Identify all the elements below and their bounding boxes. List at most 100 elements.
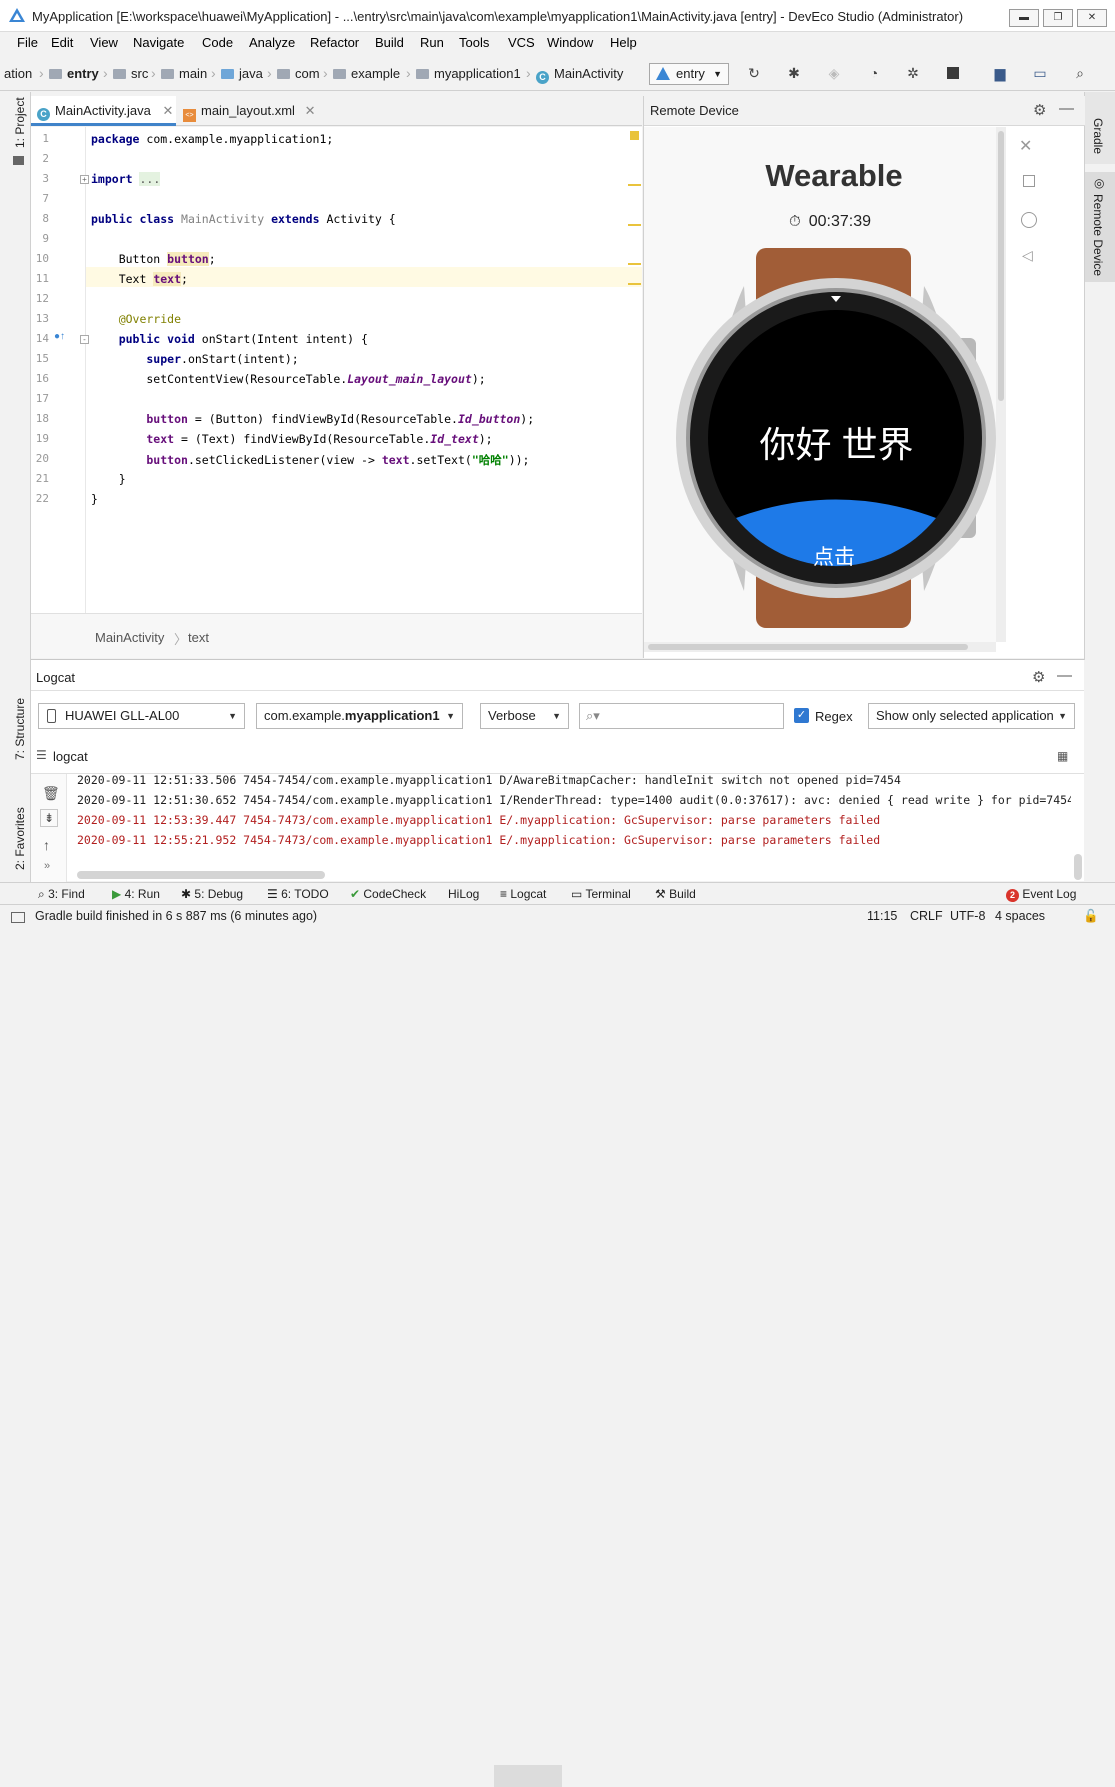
tab-mainactivity[interactable]: C MainActivity.java ✕ bbox=[31, 96, 176, 126]
todo-tool-tab[interactable]: ☰ 6: TODO bbox=[267, 887, 329, 901]
breadcrumb-class[interactable]: C MainActivity bbox=[536, 66, 623, 84]
gradle-tool-tab[interactable]: Gradle bbox=[1091, 118, 1105, 154]
menu-build[interactable]: Build bbox=[375, 35, 404, 50]
close-device-icon[interactable]: ✕ bbox=[1019, 136, 1032, 156]
search-icon[interactable]: ⌕ bbox=[1071, 64, 1089, 82]
fold-icon[interactable]: + bbox=[80, 175, 89, 184]
back-triangle-icon[interactable]: ◁ bbox=[1022, 247, 1033, 264]
debug-tool-label: 5: Debug bbox=[194, 887, 244, 901]
warning-marker[interactable] bbox=[628, 263, 641, 265]
cursor-position[interactable]: 11:15 bbox=[867, 909, 897, 923]
class-icon: C bbox=[37, 108, 50, 121]
project-tool-tab[interactable]: 1: Project bbox=[13, 97, 27, 148]
code-text: ); bbox=[471, 372, 486, 386]
menu-refactor[interactable]: Refactor bbox=[310, 35, 359, 50]
home-circle-icon[interactable] bbox=[1021, 212, 1037, 228]
warning-marker[interactable] bbox=[628, 224, 641, 226]
inspection-status-icon[interactable] bbox=[630, 131, 639, 140]
close-tab-icon[interactable]: ✕ bbox=[305, 103, 316, 118]
code-text: .onStart(intent); bbox=[181, 352, 299, 366]
menu-help[interactable]: Help bbox=[610, 35, 637, 50]
code-editor[interactable]: 1 2 3 7 8 9 10 11 12 13 14 15 16 17 18 19 20 21 22 ●↑ + - … bbox=[31, 127, 642, 613]
warning-marker[interactable] bbox=[628, 283, 641, 285]
breadcrumb-project[interactable]: ation bbox=[4, 66, 32, 81]
code-text: Activity { bbox=[319, 212, 396, 226]
project-structure-icon[interactable]: ▆ bbox=[991, 64, 1009, 82]
warning-marker[interactable] bbox=[628, 184, 641, 186]
logcat-tool-tab[interactable]: ≡ Logcat bbox=[500, 887, 546, 901]
tab-main-layout[interactable]: <> main_layout.xml ✕ bbox=[177, 96, 317, 126]
logcat-list-icon: ≡ bbox=[500, 887, 511, 901]
code-text: ); bbox=[478, 432, 493, 446]
close-window-button[interactable]: ✕ bbox=[1077, 9, 1107, 27]
override-marker-icon[interactable]: ●↑ bbox=[54, 331, 65, 342]
tool-windows-icon[interactable] bbox=[11, 912, 25, 923]
breadcrumb-com[interactable]: com bbox=[277, 66, 320, 81]
breadcrumb-separator-icon: › bbox=[151, 65, 156, 81]
hilog-tool-tab[interactable]: HiLog bbox=[448, 887, 479, 901]
folded-imports[interactable]: ... bbox=[139, 172, 161, 186]
breadcrumb-example[interactable]: example bbox=[333, 66, 400, 81]
settings-gear-icon[interactable]: ⚙ bbox=[1033, 101, 1046, 119]
menu-vcs[interactable]: VCS bbox=[508, 35, 535, 50]
remote-device-title: Remote Device bbox=[650, 103, 739, 118]
attach-debugger-icon[interactable]: ◈ bbox=[825, 64, 843, 82]
build-gear-icon[interactable]: ✲ bbox=[904, 64, 922, 82]
breadcrumb-package[interactable]: myapplication1 bbox=[416, 66, 521, 81]
rotate-device-icon[interactable] bbox=[1023, 175, 1035, 187]
hide-panel-icon[interactable]: — bbox=[1059, 100, 1074, 117]
horizontal-scrollbar[interactable] bbox=[644, 642, 996, 652]
menu-view[interactable]: View bbox=[90, 35, 118, 50]
menu-run[interactable]: Run bbox=[420, 35, 444, 50]
remote-device-tool-tab[interactable]: Remote Device bbox=[1091, 194, 1105, 276]
find-tool-tab[interactable]: ⌕ 3: Find bbox=[38, 887, 85, 902]
fold-icon[interactable]: - bbox=[80, 335, 89, 344]
breadcrumb-entry[interactable]: entry bbox=[49, 66, 99, 81]
terminal-tool-tab[interactable]: ▭ Terminal bbox=[571, 887, 631, 901]
vertical-scrollbar[interactable] bbox=[1074, 854, 1082, 880]
debug-bug-icon[interactable]: ✱ bbox=[785, 64, 803, 82]
device-manager-icon[interactable]: ▭ bbox=[1031, 64, 1049, 82]
footer-class[interactable]: MainActivity bbox=[95, 630, 164, 645]
maximize-button[interactable]: ❐ bbox=[1043, 9, 1073, 27]
stop-icon[interactable] bbox=[944, 64, 962, 82]
structure-tool-tab[interactable]: 7: Structure bbox=[13, 698, 27, 760]
menu-window[interactable]: Window bbox=[547, 35, 593, 50]
menu-navigate[interactable]: Navigate bbox=[133, 35, 184, 50]
breadcrumb-src[interactable]: src bbox=[113, 66, 148, 81]
menu-edit[interactable]: Edit bbox=[51, 35, 73, 50]
watch-click-button[interactable]: 点击 bbox=[784, 541, 884, 571]
debug-tool-tab[interactable]: ✱ 5: Debug bbox=[181, 887, 243, 901]
run-config-select[interactable]: entry ▼ bbox=[649, 63, 729, 85]
build-tool-tab[interactable]: ⚒ Build bbox=[655, 887, 696, 901]
timer-icon: ⏱ bbox=[789, 213, 801, 230]
profiler-gauge-icon[interactable]: ◔ bbox=[865, 64, 883, 82]
log-output[interactable]: 2020-09-11 12:51:33.506 7454-7454/com.ex… bbox=[31, 660, 1071, 870]
module-icon bbox=[656, 67, 670, 80]
resource-id: Id_text bbox=[430, 432, 479, 446]
session-timer: ⏱ 00:37:39 bbox=[789, 213, 871, 231]
breadcrumb-main[interactable]: main bbox=[161, 66, 207, 81]
indent-setting[interactable]: 4 spaces bbox=[995, 909, 1045, 923]
lock-icon[interactable]: 🔓 bbox=[1083, 909, 1099, 924]
file-encoding[interactable]: UTF-8 bbox=[950, 909, 985, 923]
close-tab-icon[interactable]: ✕ bbox=[162, 103, 173, 118]
event-log-tab[interactable]: 2 Event Log bbox=[1006, 887, 1076, 902]
keyword: package bbox=[91, 132, 140, 146]
footer-member[interactable]: text bbox=[188, 630, 209, 645]
run-tool-tab[interactable]: ▶ 4: Run bbox=[112, 887, 160, 901]
sync-icon[interactable]: ↻ bbox=[745, 64, 763, 82]
horizontal-scrollbar[interactable] bbox=[77, 871, 325, 879]
breadcrumb-package-label: myapplication1 bbox=[434, 66, 521, 81]
codecheck-tool-tab[interactable]: ✔ CodeCheck bbox=[350, 887, 426, 901]
favorites-tool-tab[interactable]: 2: Favorites bbox=[13, 807, 27, 870]
menu-analyze[interactable]: Analyze bbox=[249, 35, 295, 50]
line-separator[interactable]: CRLF bbox=[910, 909, 943, 923]
menu-code[interactable]: Code bbox=[202, 35, 233, 50]
menu-tools[interactable]: Tools bbox=[459, 35, 489, 50]
line-number: 2 bbox=[42, 152, 49, 165]
minimize-button[interactable]: ▬ bbox=[1009, 9, 1039, 27]
menu-file[interactable]: File bbox=[17, 35, 38, 50]
breadcrumb-java[interactable]: java bbox=[221, 66, 263, 81]
breadcrumb-java-label: java bbox=[239, 66, 263, 81]
